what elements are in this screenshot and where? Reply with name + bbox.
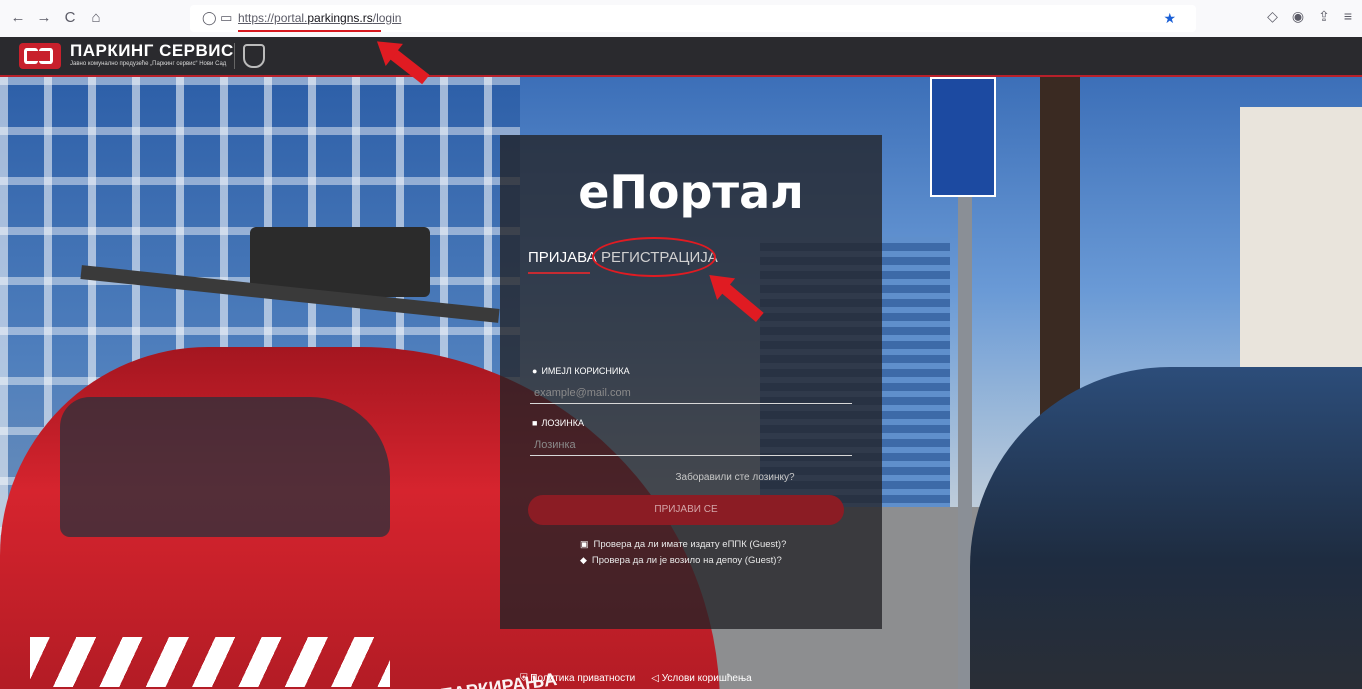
city-crest-icon — [243, 44, 265, 68]
guest-check-permit-link[interactable]: ▣ Провера да ли имате издату еППК (Guest… — [580, 539, 880, 550]
terms-link[interactable]: ◁ Услови коришћења — [651, 673, 751, 684]
email-label: ● ИМЕЈЛ КОРИСНИКА — [532, 366, 630, 376]
lock-icon: ■ — [532, 418, 538, 428]
guest-check-permit-label: Провера да ли имате издату еППК (Guest)? — [593, 539, 787, 550]
send-icon: ◁ — [651, 673, 662, 684]
address-bar[interactable]: ◯ ▭ https://portal.parkingns.rs/login ★ — [190, 5, 1196, 32]
shield-icon: ⛨ — [520, 673, 531, 684]
bookmark-star-icon[interactable]: ★ — [1163, 10, 1176, 27]
logo-title[interactable]: ПАРКИНГ СЕРВИС — [70, 41, 234, 61]
tab-login[interactable]: ПРИЈАВА — [528, 249, 597, 266]
email-label-text: ИМЕЈЛ КОРИСНИКА — [541, 366, 630, 376]
user-icon: ● — [532, 366, 538, 376]
login-panel: еПортал ПРИЈАВА РЕГИСТРАЦИЈА ● ИМЕЈЛ КОР… — [500, 135, 882, 629]
account-icon[interactable]: ◉ — [1292, 8, 1304, 25]
parking-servis-logo-icon[interactable] — [19, 43, 61, 69]
password-input[interactable] — [530, 435, 852, 456]
url-path: /login — [372, 11, 402, 25]
password-label: ■ ЛОЗИНКА — [532, 418, 584, 428]
pocket-icon[interactable]: ◇ — [1267, 8, 1278, 25]
guest-check-depot-label: Провера да ли је возило на депоу (Guest)… — [591, 555, 782, 566]
browser-tools: ◇ ◉ ⇪ ≡ — [1267, 8, 1352, 25]
forgot-password-link[interactable]: Заборавили сте лозинку? — [628, 472, 842, 483]
email-input[interactable] — [530, 383, 852, 404]
logo-divider — [234, 43, 235, 69]
reload-icon[interactable]: C — [60, 8, 80, 28]
annotation-url-underline — [238, 30, 381, 32]
car-icon: ◆ — [580, 555, 587, 565]
extensions-icon[interactable]: ⇪ — [1318, 8, 1330, 25]
privacy-link[interactable]: ⛨ Политика приватности — [520, 673, 635, 684]
browser-toolbar: ← → C ⌂ ◯ ▭ https://portal.parkingns.rs/… — [0, 0, 1362, 38]
forward-arrow-icon[interactable]: → — [34, 8, 54, 28]
url-text[interactable]: https://portal.parkingns.rs/login — [238, 11, 401, 25]
portal-title: еПортал — [578, 165, 804, 219]
red-car-stripes — [30, 637, 390, 687]
back-arrow-icon[interactable]: ← — [8, 8, 28, 28]
password-label-text: ЛОЗИНКА — [541, 418, 584, 428]
home-icon[interactable]: ⌂ — [86, 8, 106, 28]
id-card-icon: ▣ — [580, 539, 589, 549]
red-car-window — [60, 397, 390, 537]
url-prefix: https://portal. — [238, 11, 308, 25]
terms-label: Услови коришћења — [661, 673, 752, 684]
annotation-register-ring — [592, 237, 716, 277]
login-button[interactable]: ПРИЈАВИ СЕ — [528, 495, 844, 525]
site-header: ПАРКИНГ СЕРВИС Јавно комунално предузеће… — [0, 37, 1362, 77]
footer-links: ⛨ Политика приватности ◁ Услови коришћењ… — [520, 673, 752, 684]
privacy-label: Политика приватности — [530, 673, 636, 684]
menu-icon[interactable]: ≡ — [1344, 8, 1352, 25]
active-tab-underline — [528, 272, 590, 274]
dark-car — [970, 367, 1362, 689]
parking-sign — [930, 77, 996, 197]
url-domain: parkingns.rs — [307, 11, 373, 25]
guest-check-depot-link[interactable]: ◆ Провера да ли је возило на депоу (Gues… — [580, 555, 880, 566]
shield-lock-icon: ◯ ▭ — [202, 10, 233, 25]
logo-subtitle: Јавно комунално предузеће „Паркинг серви… — [70, 61, 227, 67]
